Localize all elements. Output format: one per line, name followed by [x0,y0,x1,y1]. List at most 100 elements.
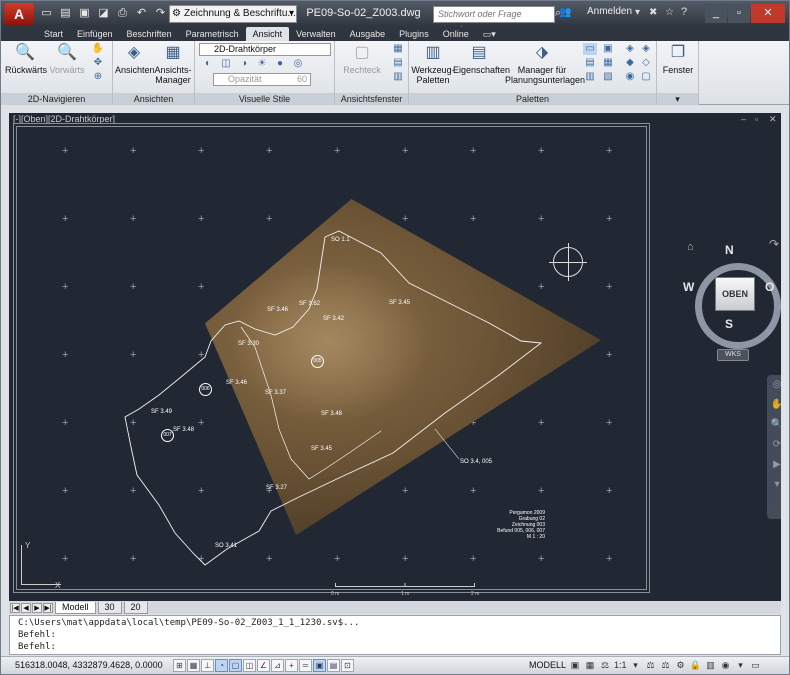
tab-layout-20[interactable]: 20 [123,601,148,614]
visual-style-select[interactable]: 2D-Drahtkörper [199,43,331,56]
steering-wheel-icon[interactable]: ◎ [767,375,781,395]
extra-palette-icon-1[interactable]: ◈ [623,43,637,55]
extra-palette-icon-4[interactable]: ◇ [639,57,653,69]
dropdown-icon[interactable]: ▾ [635,7,640,18]
tab-plugins[interactable]: Plugins [392,27,436,41]
annotation-scale-icon[interactable]: ⚖ [599,659,611,672]
viewport-lock-icon[interactable]: ▥ [391,71,405,83]
3d-osnap-icon[interactable]: ◫ [243,659,256,672]
prev-tab-icon[interactable]: ◀ [21,602,31,613]
model-space-toggle[interactable]: MODELL [529,660,566,670]
orbit-icon[interactable]: ⟳ [767,435,781,455]
markup-icon[interactable]: ▤ [583,57,597,69]
edges-icon[interactable]: ◫ [219,58,233,70]
compass-east[interactable]: O [765,280,774,294]
extra-palette-icon-2[interactable]: ◈ [639,43,653,55]
redo-icon[interactable]: ↷ [153,6,168,21]
status-menu-icon[interactable]: ▾ [735,659,747,672]
layout-icon[interactable]: ▣ [569,659,581,672]
search-input[interactable]: Stichwort oder Frage eingeben [433,6,555,34]
dyn-icon[interactable]: + [285,659,298,672]
lwt-icon[interactable]: ═ [299,659,312,672]
chevron-down-icon[interactable]: ▾ [630,659,642,672]
command-input[interactable]: Befehl: [18,641,772,653]
qp-icon[interactable]: ▤ [327,659,340,672]
extra-palette-icon-5[interactable]: ◉ [623,71,637,83]
shadow-icon[interactable]: ◑ [237,58,251,70]
design-center-icon[interactable]: ▣ [601,43,615,55]
sheet-set-manager-button[interactable]: ⬗ Manager für Planungsunterlagen [505,43,585,85]
close-button[interactable]: ✕ [751,4,785,23]
tab-layout-30[interactable]: 30 [97,601,122,614]
polar-icon[interactable]: ◔ [215,659,228,672]
layer-icon[interactable]: ▥ [583,71,597,83]
compass-north[interactable]: N [725,243,734,257]
zoom-extents-icon[interactable]: ⊕ [91,71,105,83]
compass-west[interactable]: W [683,280,694,294]
star-icon[interactable]: ☆ [665,7,674,18]
viewport-join-icon[interactable]: ▦ [391,43,405,55]
compass-south[interactable]: S [725,317,733,331]
login-link[interactable]: Anmelden [587,6,632,17]
osnap-icon[interactable]: ▢ [229,659,242,672]
forward-button[interactable]: 🔍 Vorwärts [47,43,87,75]
grid-icon[interactable]: ▦ [187,659,200,672]
tab-insert[interactable]: Einfügen [70,27,120,41]
properties-button[interactable]: ▤ Eigenschaften [453,43,510,75]
ucs-menu[interactable]: WKS [717,349,749,361]
maximize-button[interactable]: ▫ [728,4,750,23]
rectangle-viewport-button[interactable]: ▢ Rechteck [337,43,387,75]
navbar-menu-icon[interactable]: ▾ [767,475,781,495]
isolate-icon[interactable]: ◉ [720,659,732,672]
command-line[interactable]: C:\Users\mat\appdata\local\temp\PE09-So-… [9,615,781,655]
rotate-arrow-icon[interactable]: ↷ [769,237,779,251]
viewcube-face[interactable]: OBEN [715,277,755,311]
auto-scale-icon[interactable]: ⚖ [660,659,672,672]
application-menu-button[interactable]: A [4,3,34,25]
xref-icon[interactable]: ▧ [601,71,615,83]
view-manager-button[interactable]: ▦ Ansichts- Manager [153,43,193,85]
help-icon[interactable]: ? [681,6,687,18]
new-icon[interactable]: ▭ [39,6,54,21]
window-button[interactable]: ❐ Fenster [659,43,697,75]
home-icon[interactable]: ⌂ [687,241,694,253]
tab-model[interactable]: Modell [55,601,96,614]
drawing-canvas[interactable]: [-][Oben][2D-Drahtkörper] – ▫ ✕ + + + + + + + +… [9,113,781,601]
exchange-icon[interactable]: ✖ [649,7,657,18]
viewcube-menu-icon[interactable]: ▿ [767,327,772,338]
quickview-icon[interactable]: ▦ [584,659,596,672]
command-line-icon[interactable]: ▭ [583,43,597,55]
workspace-switch-icon[interactable]: ⚙ [675,659,687,672]
showmotion-icon[interactable]: ▶ [767,455,781,475]
tool-palettes-button[interactable]: ▥ Werkzeug- Paletten [411,43,455,85]
ducs-icon[interactable]: ⊿ [271,659,284,672]
tab-output[interactable]: Ausgabe [343,27,393,41]
orbit-icon[interactable]: ✥ [91,57,105,69]
ortho-icon[interactable]: ⊥ [201,659,214,672]
annotation-visibility-icon[interactable]: ⚖ [645,659,657,672]
visual-style-icon[interactable]: ◐ [201,58,215,70]
material-icon[interactable]: ● [273,58,287,70]
zoom-icon[interactable]: 🔍 [767,415,781,435]
snap-icon[interactable]: ⊞ [173,659,186,672]
tab-manage[interactable]: Verwalten [289,27,343,41]
save-icon[interactable]: ▣ [77,6,92,21]
pan-icon[interactable]: ✋ [91,43,105,55]
opacity-slider[interactable]: Opazität 60 [213,73,311,86]
tab-parametric[interactable]: Parametrisch [179,27,246,41]
tab-annotate[interactable]: Beschriften [120,27,179,41]
hardware-icon[interactable]: ▥ [705,659,717,672]
tab-online[interactable]: Online [436,27,476,41]
open-icon[interactable]: ▤ [58,6,73,21]
otrack-icon[interactable]: ∠ [257,659,270,672]
last-tab-icon[interactable]: ▶| [43,602,53,613]
extra-palette-icon-6[interactable]: ▢ [639,71,653,83]
pan-icon[interactable]: ✋ [767,395,781,415]
extra-palette-icon-3[interactable]: ◆ [623,57,637,69]
print-icon[interactable]: ⎙ [115,6,130,21]
saveas-icon[interactable]: ◪ [96,6,111,21]
render-icon[interactable]: ◎ [291,58,305,70]
tab-start[interactable]: Start [37,27,70,41]
next-tab-icon[interactable]: ▶ [32,602,42,613]
tpy-icon[interactable]: ▣ [313,659,326,672]
